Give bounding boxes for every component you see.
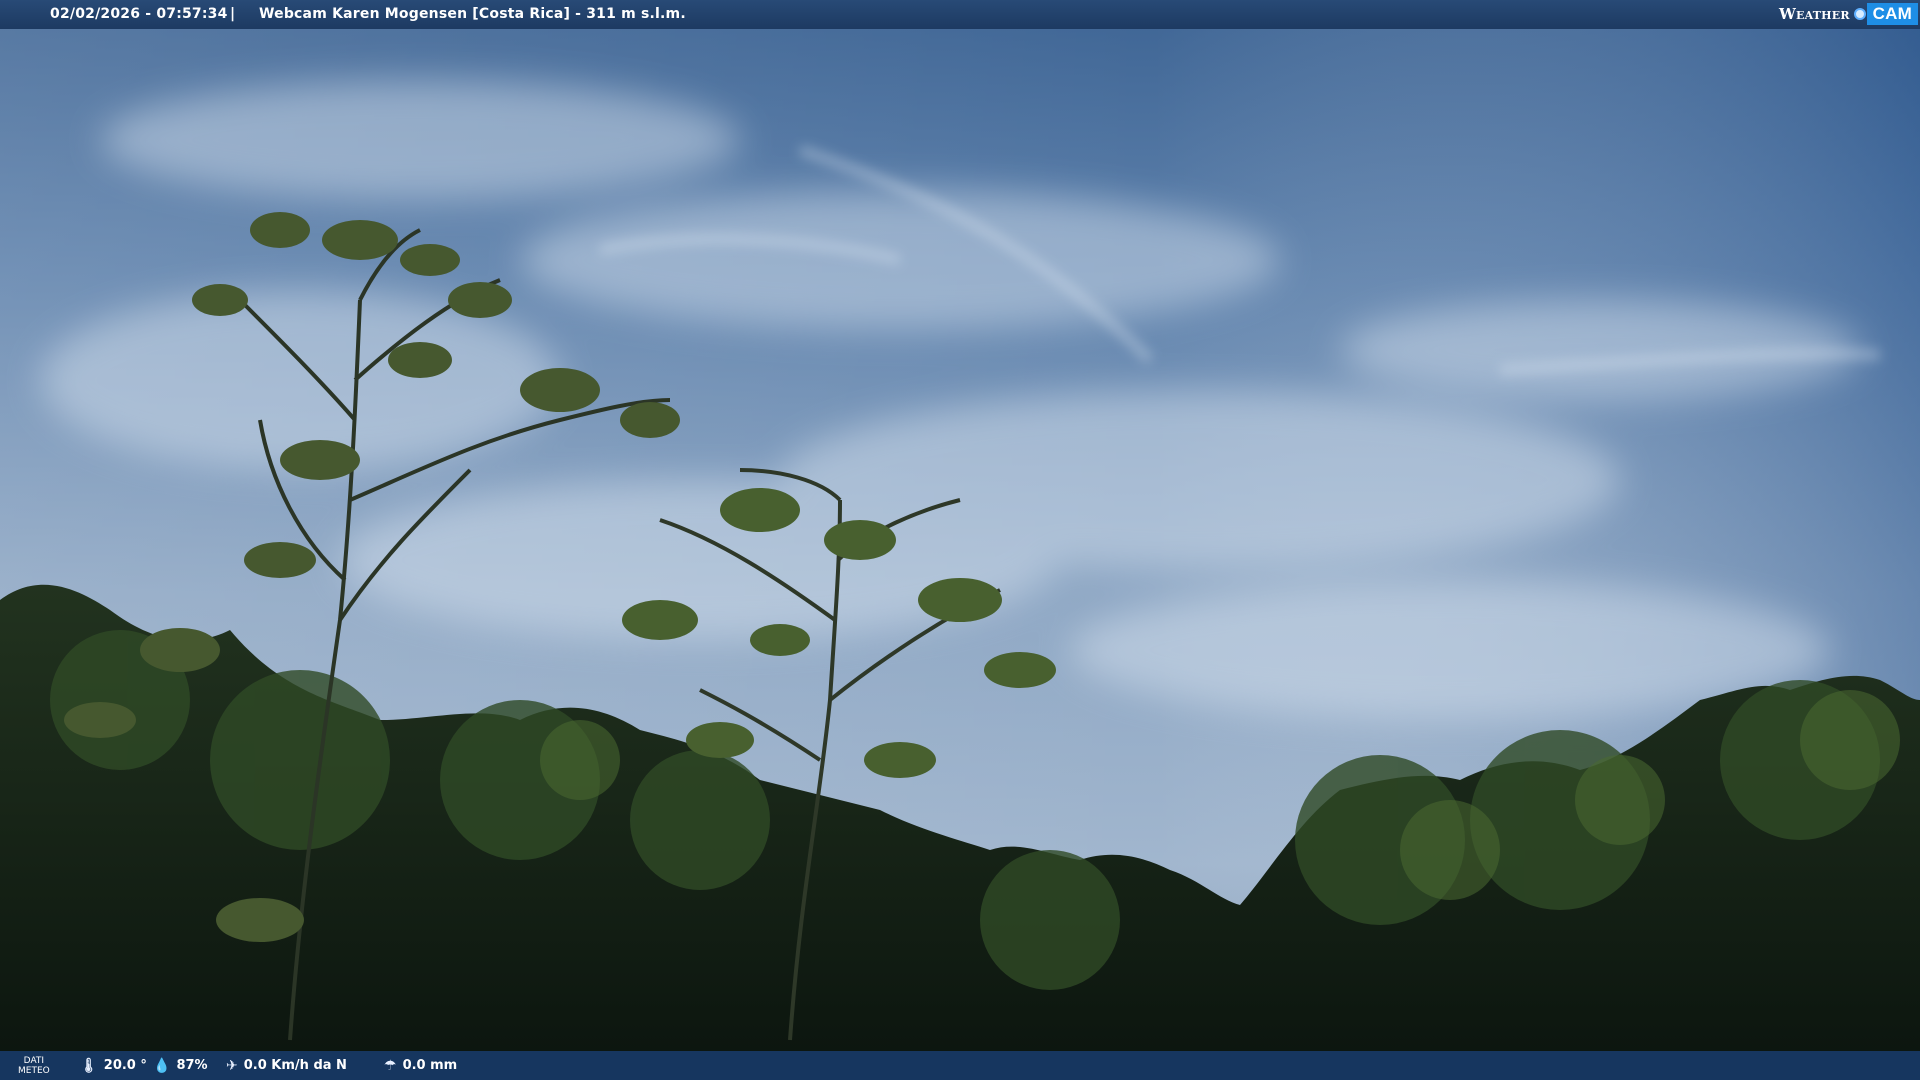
wind-readout: ✈ 0.0 Km/h da N bbox=[226, 1051, 347, 1080]
timestamp: 02/02/2026 - 07:57:34 bbox=[50, 6, 228, 22]
temperature-readout: 🌡 20.0 ° bbox=[80, 1051, 147, 1080]
humidity-readout: 💧 87% bbox=[153, 1051, 208, 1080]
humidity-value: 87% bbox=[176, 1058, 208, 1073]
wind-value: 0.0 Km/h da N bbox=[243, 1058, 347, 1073]
meteo-label-line2: METEO bbox=[18, 1065, 50, 1076]
header-separator: | bbox=[230, 6, 236, 22]
weather-data-bar: DATI METEO 🌡 20.0 ° 💧 87% ✈ 0.0 Km/h da … bbox=[0, 1051, 1920, 1080]
rain-value: 0.0 mm bbox=[402, 1058, 458, 1073]
weathercam-logo: Weather CAM bbox=[1779, 2, 1918, 26]
header-bar: 02/02/2026 - 07:57:34 | Webcam Karen Mog… bbox=[0, 0, 1920, 29]
brand-dot-icon bbox=[1853, 8, 1866, 20]
webcam-image bbox=[0, 0, 1920, 1080]
umbrella-icon: ☂ bbox=[384, 1057, 397, 1074]
wind-icon: ✈ bbox=[226, 1057, 238, 1074]
rain-readout: ☂ 0.0 mm bbox=[384, 1051, 457, 1080]
temperature-value: 20.0 ° bbox=[103, 1058, 147, 1073]
brand-cam: CAM bbox=[1866, 3, 1918, 25]
webcam-title: Webcam Karen Mogensen [Costa Rica] - 311… bbox=[259, 6, 686, 22]
meteo-label-line1: DATI bbox=[23, 1055, 45, 1066]
meteo-label: DATI METEO bbox=[18, 1051, 50, 1080]
brand-word: Weather bbox=[1779, 5, 1850, 23]
droplet-icon: 💧 bbox=[153, 1057, 171, 1074]
thermometer-icon: 🌡 bbox=[80, 1057, 98, 1074]
